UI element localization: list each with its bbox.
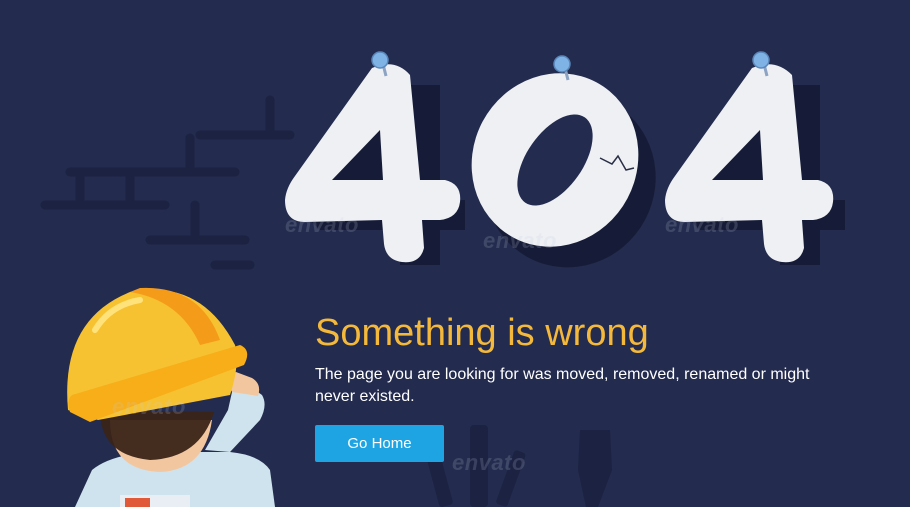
error-headline: Something is wrong [315, 312, 649, 354]
watermark-text: envato [483, 228, 557, 253]
brick-wall-illustration [40, 95, 295, 270]
error-code-404 [285, 51, 845, 268]
go-home-button[interactable]: Go Home [315, 425, 444, 462]
watermark-text: envato [112, 394, 186, 419]
watermark-text: envato [452, 450, 526, 475]
error-message: The page you are looking for was moved, … [315, 366, 810, 405]
background-scene [40, 51, 845, 507]
watermark-text: envato [285, 212, 359, 237]
watermark-text: envato [665, 212, 739, 237]
